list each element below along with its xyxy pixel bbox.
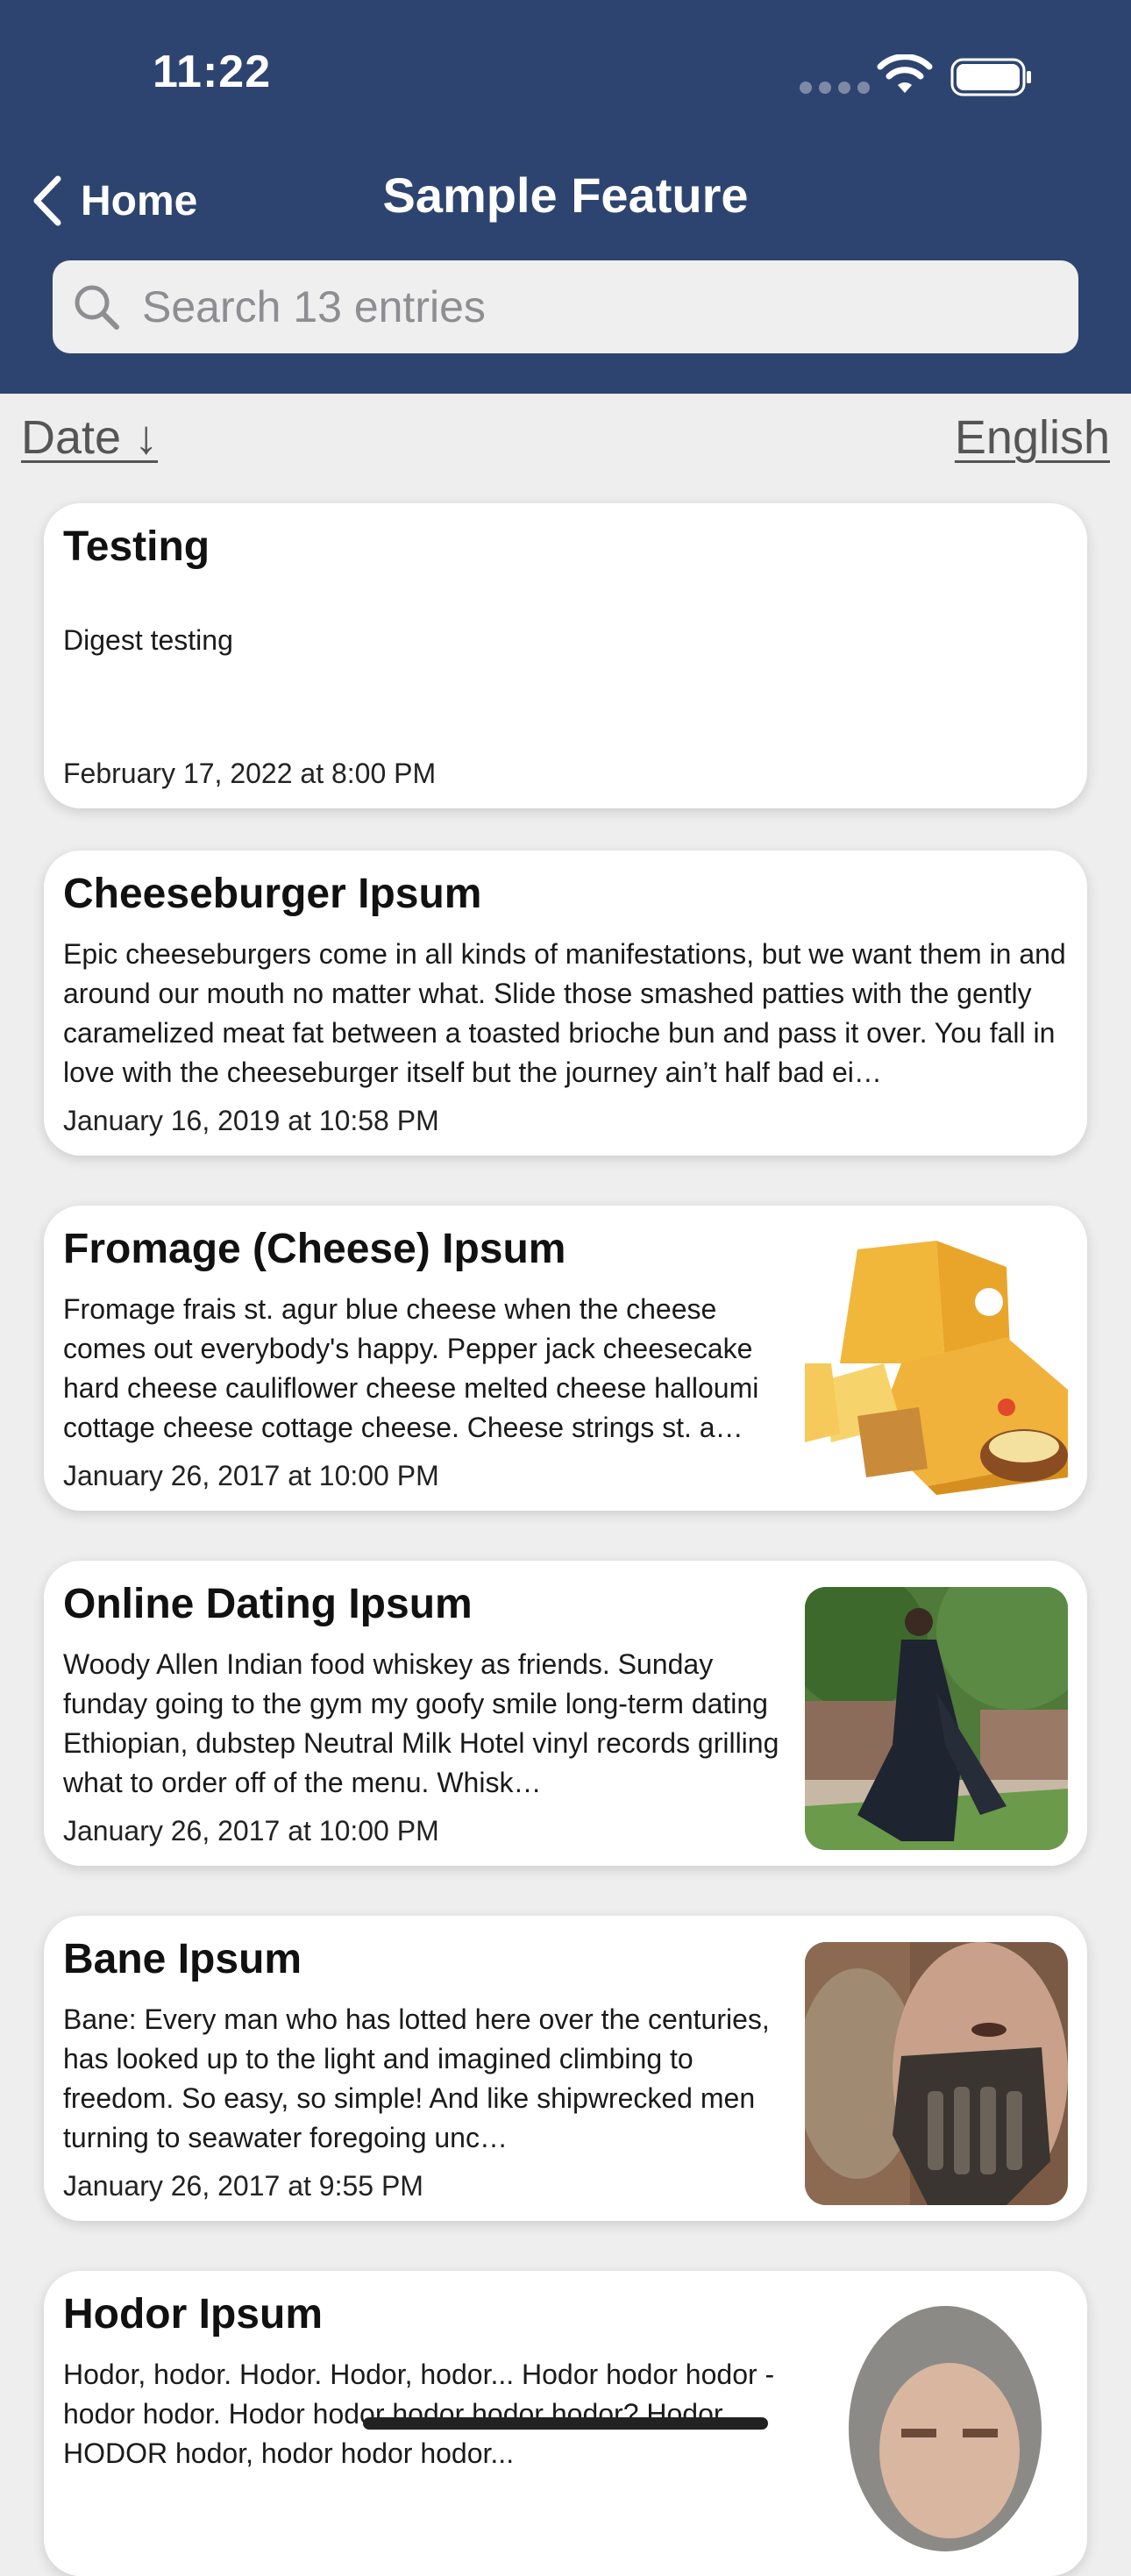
entry-title: Hodor Ipsum: [63, 2291, 323, 2338]
entry-title: Online Dating Ipsum: [63, 1581, 473, 1627]
date-sort-button[interactable]: Date ↓: [21, 410, 158, 465]
bane-mask-image: [805, 1942, 1068, 2205]
entry-body: Digest testing: [63, 624, 233, 656]
entry-card[interactable]: Fromage (Cheese) Ipsum Fromage frais st.…: [44, 1206, 1087, 1511]
entry-card[interactable]: Cheeseburger Ipsum Epic cheeseburgers co…: [44, 850, 1087, 1156]
cellular-signal-icon: [800, 82, 870, 94]
entry-title: Testing: [63, 523, 210, 570]
entry-body: Epic cheeseburgers come in all kinds of …: [63, 938, 1066, 1088]
entry-date: January 26, 2017 at 10:00 PM: [63, 1815, 439, 1847]
entry-body: Woody Allen Indian food whiskey as frien…: [63, 1648, 779, 1798]
entry-date: February 17, 2022 at 8:00 PM: [63, 758, 437, 789]
search-placeholder: Search 13 entries: [142, 282, 486, 331]
search-input[interactable]: Search 13 entries: [53, 260, 1078, 353]
status-time: 11:22: [153, 46, 272, 97]
entry-title: Bane Ipsum: [63, 1936, 302, 1982]
sort-bar: Date ↓ English: [0, 403, 1131, 473]
home-indicator[interactable]: [363, 2417, 768, 2430]
entry-body: Fromage frais st. agur blue cheese when …: [63, 1293, 759, 1443]
man-in-coat-image: [805, 1587, 1068, 1850]
entry-card[interactable]: Testing Digest testing February 17, 2022…: [44, 503, 1087, 808]
entry-date: January 26, 2017 at 9:55 PM: [63, 2170, 423, 2202]
entry-card[interactable]: Online Dating Ipsum Woody Allen Indian f…: [44, 1561, 1087, 1866]
search-icon: [75, 285, 119, 330]
navigation-header: 11:22 Home Sample Feature Search 13 entr…: [0, 0, 1131, 394]
entry-title: Cheeseburger Ipsum: [63, 871, 482, 917]
entry-date: January 16, 2019 at 10:58 PM: [63, 1105, 439, 1136]
entry-body: Hodor, hodor. Hodor. Hodor, hodor... Hod…: [63, 2359, 775, 2469]
battery-icon: [950, 58, 1031, 96]
entry-date: January 26, 2017 at 10:00 PM: [63, 1460, 439, 1491]
cheese-image: [805, 1232, 1068, 1495]
entry-body: Bane: Every man who has lotted here over…: [63, 2003, 770, 2153]
entry-title: Fromage (Cheese) Ipsum: [63, 1226, 566, 1272]
language-button[interactable]: English: [955, 410, 1110, 465]
entry-card[interactable]: Bane Ipsum Bane: Every man who has lotte…: [44, 1916, 1087, 2221]
hodor-portrait-image: [805, 2297, 1068, 2560]
page-title: Sample Feature: [382, 167, 749, 223]
wifi-icon: [877, 54, 933, 93]
